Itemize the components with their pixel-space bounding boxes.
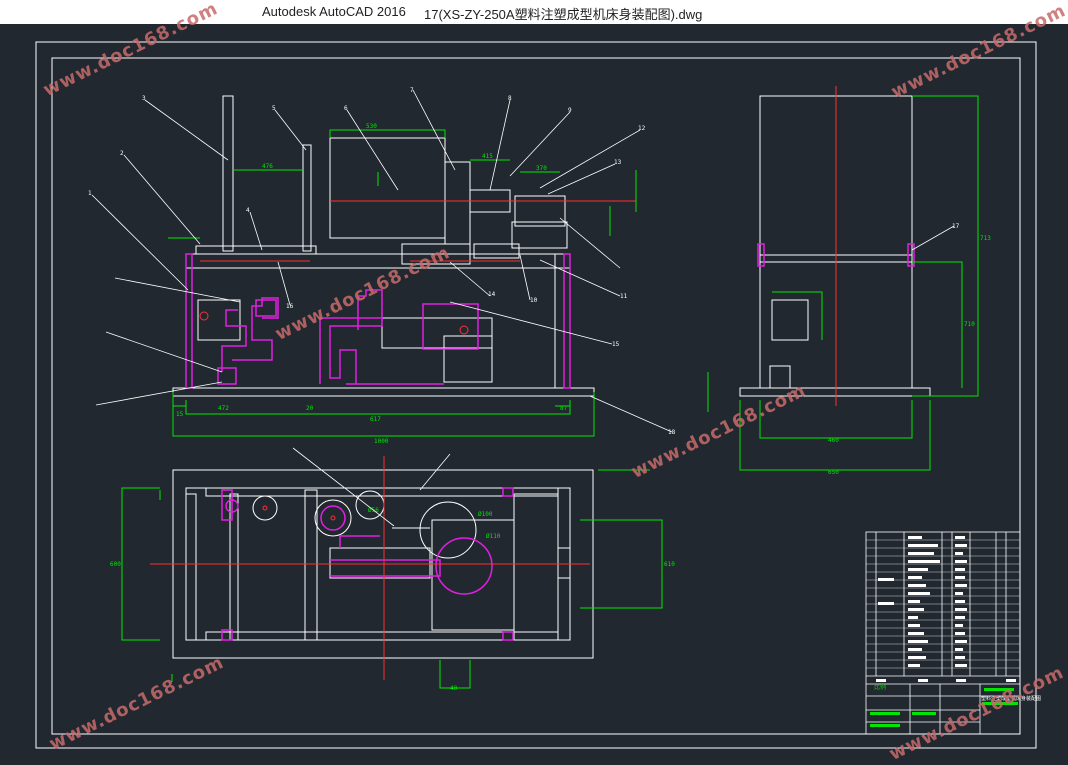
dim-text: 617 <box>370 416 381 423</box>
dim-text: Ø100 <box>478 511 493 518</box>
svg-text:14: 14 <box>488 291 496 298</box>
app-title: Autodesk AutoCAD 2016 <box>262 4 406 19</box>
dim-text: 710 <box>964 321 975 328</box>
leader-lines <box>91 89 955 527</box>
dimension-lines <box>121 95 979 689</box>
dim-text: 472 <box>218 405 229 412</box>
svg-text:12: 12 <box>638 125 646 132</box>
dim-text: 600 <box>110 561 121 568</box>
dim-text: Ø110 <box>486 533 501 540</box>
dim-text: 40 <box>450 685 458 692</box>
dim-text: 713 <box>980 235 991 242</box>
svg-text:9: 9 <box>568 107 572 114</box>
svg-text:16: 16 <box>286 303 294 310</box>
svg-text:2: 2 <box>120 150 124 157</box>
svg-text:4: 4 <box>246 207 250 214</box>
dim-text: 20 <box>306 405 314 412</box>
title-block-scale: 比例 <box>874 683 886 691</box>
svg-text:5: 5 <box>272 105 276 112</box>
svg-text:3: 3 <box>142 95 146 102</box>
dim-text: 650 <box>828 469 839 476</box>
svg-text:15: 15 <box>612 341 620 348</box>
svg-text:17: 17 <box>952 223 960 230</box>
svg-text:7: 7 <box>410 87 414 94</box>
cad-drawing: 476 530 415 370 472 617 1000 15 20 87 Ø5… <box>35 41 1041 749</box>
svg-text:1: 1 <box>88 190 92 197</box>
document-title: 17(XS-ZY-250A塑料注塑成型机床身装配图).dwg <box>424 7 703 22</box>
svg-text:13: 13 <box>614 159 622 166</box>
dim-text: 15 <box>176 411 184 418</box>
front-view <box>172 95 595 397</box>
svg-text:6: 6 <box>344 105 348 112</box>
svg-text:8: 8 <box>508 95 512 102</box>
dim-text: 460 <box>828 437 839 444</box>
dim-text: 1000 <box>374 438 389 445</box>
svg-text:18: 18 <box>668 429 676 436</box>
svg-text:11: 11 <box>620 293 628 300</box>
dim-text: 370 <box>536 165 547 172</box>
side-view <box>739 95 931 397</box>
dim-text: 476 <box>262 163 273 170</box>
title-bar: Autodesk AutoCAD 2016 17(XS-ZY-250A塑料注塑成… <box>0 0 1068 24</box>
svg-text:10: 10 <box>530 297 538 304</box>
dim-text: 87 <box>560 405 568 412</box>
dim-text: 610 <box>664 561 675 568</box>
dim-text: 415 <box>482 153 493 160</box>
drawing-canvas[interactable]: 476 530 415 370 472 617 1000 15 20 87 Ø5… <box>0 0 1068 765</box>
dim-text: 530 <box>366 123 377 130</box>
